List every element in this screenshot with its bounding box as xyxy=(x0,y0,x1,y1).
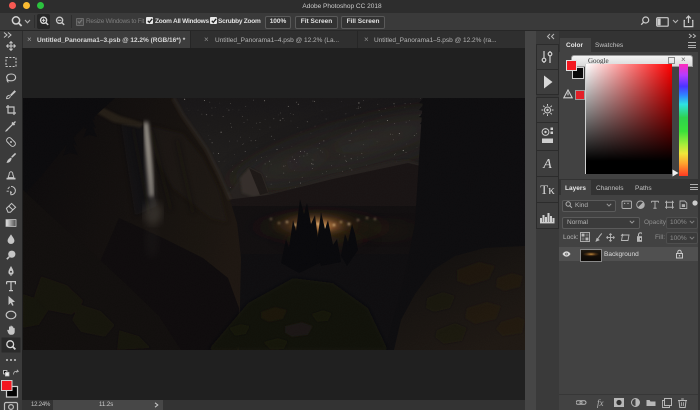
svg-text:fx: fx xyxy=(597,398,604,408)
svg-text:Tκ: Tκ xyxy=(540,182,555,197)
svg-text:A: A xyxy=(542,157,552,172)
